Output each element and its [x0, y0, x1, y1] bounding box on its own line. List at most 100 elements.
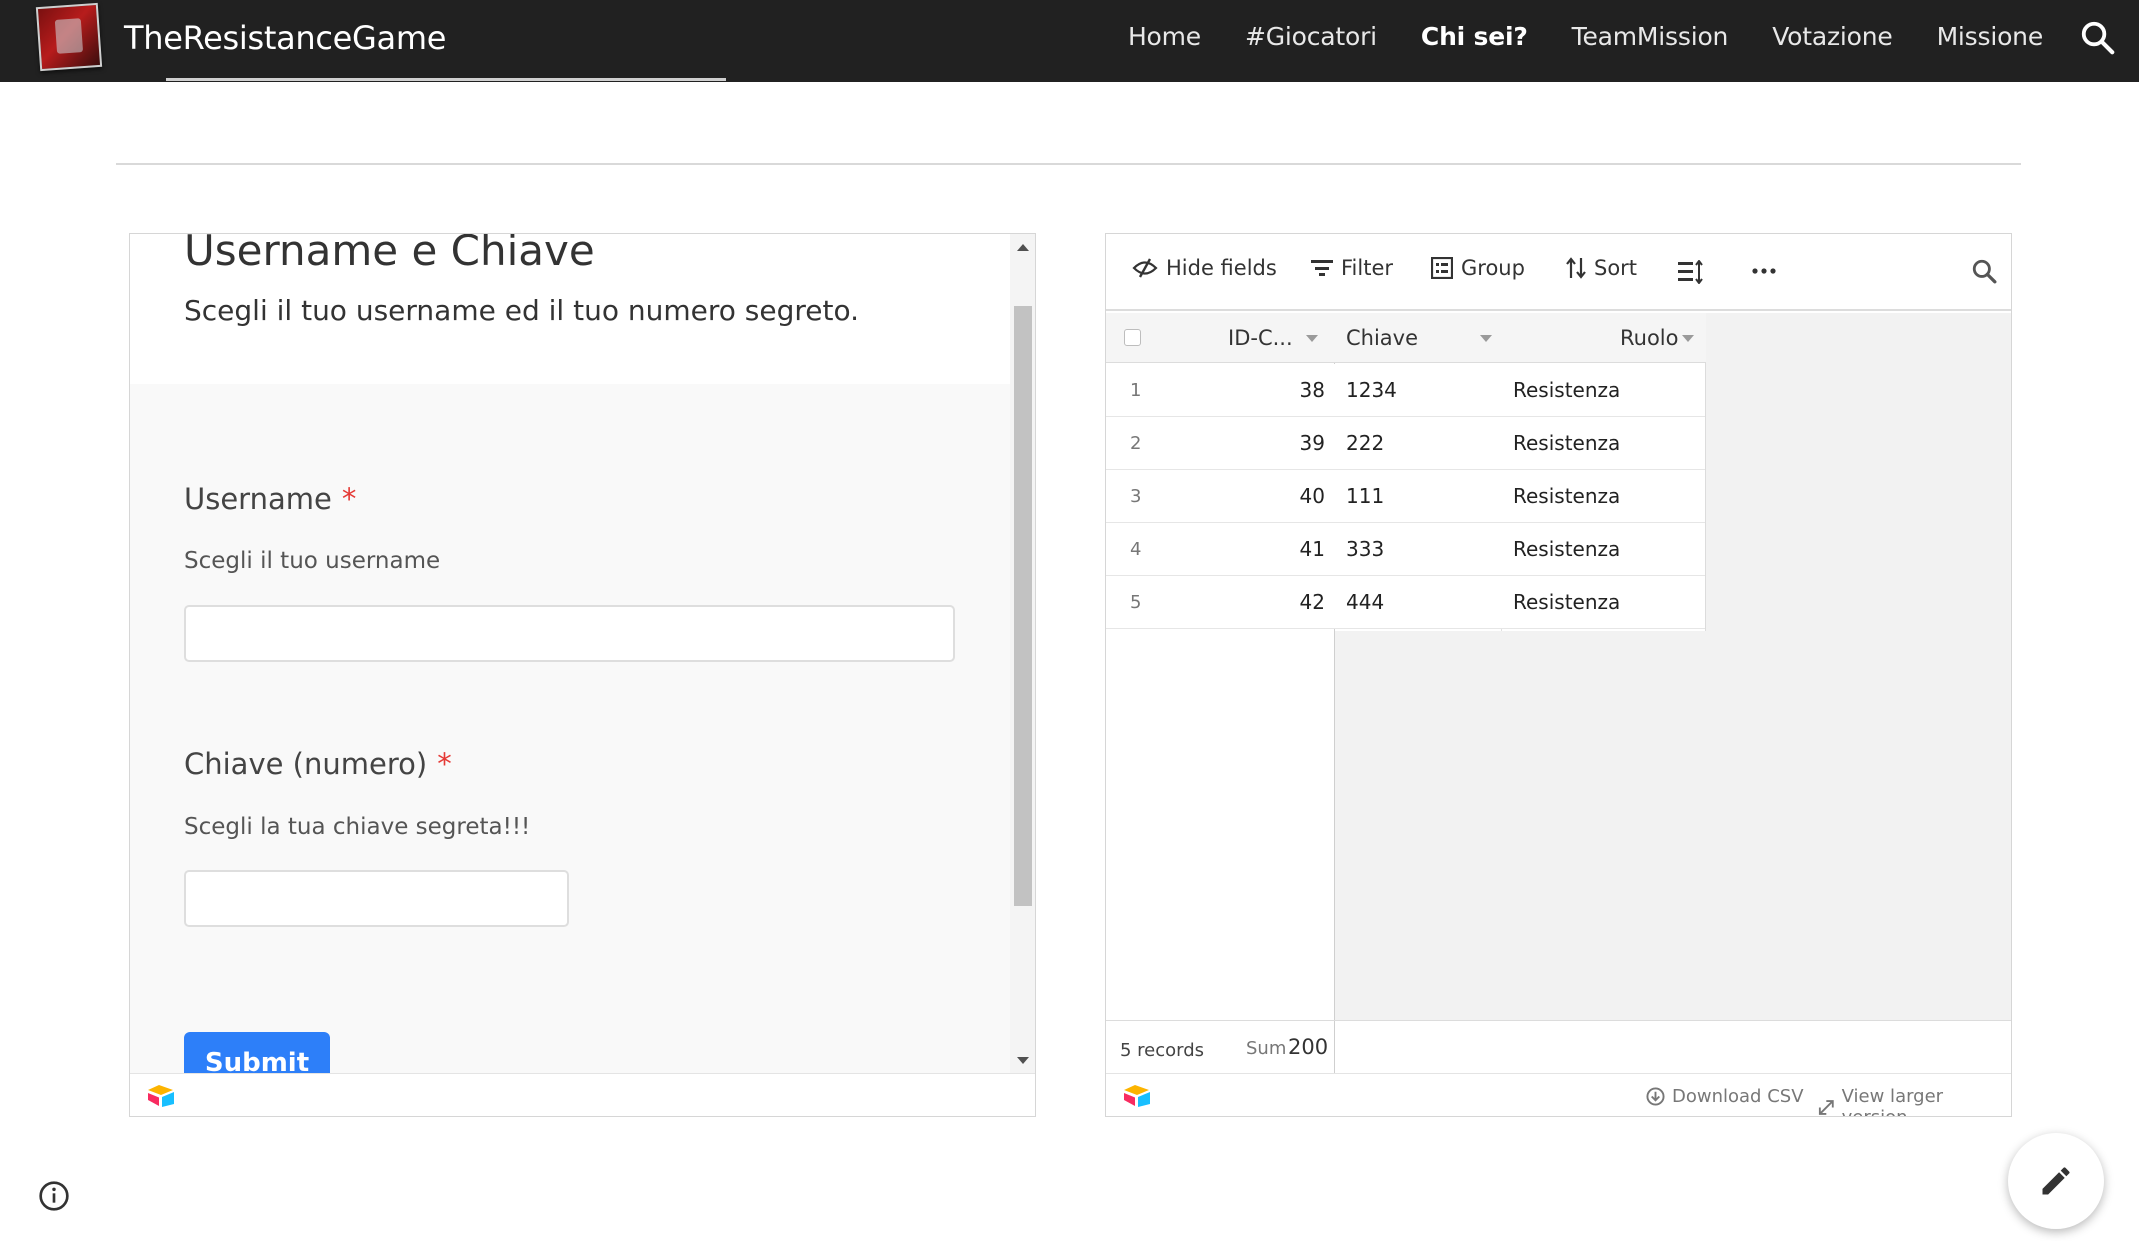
airtable-grid-embed: Hide fields Filter Group Sort ID-C... 1	[1105, 233, 2012, 1117]
grid-left-pane: ID-C... 1 38 2 39 3 40 4 41 5 42	[1106, 313, 1335, 1020]
nav-chi-sei[interactable]: Chi sei?	[1421, 22, 1528, 51]
group-icon	[1431, 257, 1453, 279]
column-header-chiave[interactable]: Chiave	[1346, 313, 1418, 363]
select-all-checkbox[interactable]	[1124, 329, 1141, 346]
username-label: Username *	[184, 482, 357, 516]
grid-toolbar: Hide fields Filter Group Sort	[1106, 234, 2011, 311]
scroll-up-icon[interactable]	[1017, 244, 1029, 251]
table-row[interactable]: 4 41	[1106, 523, 1335, 576]
id-cell[interactable]: 39	[1300, 417, 1325, 470]
nav-giocatori[interactable]: #Giocatori	[1245, 22, 1377, 51]
row-number: 2	[1130, 433, 1142, 454]
table-row[interactable]: 444 Resistenza	[1335, 576, 1705, 629]
chiave-input[interactable]	[184, 870, 569, 927]
clipped-paragraph	[166, 64, 726, 82]
airtable-logo-icon[interactable]	[1122, 1084, 1152, 1108]
chiave-cell[interactable]: 444	[1346, 576, 1384, 629]
grid-right-pane: Chiave Ruolo 1234 Resistenza 222 Resiste…	[1335, 313, 1706, 631]
group-button[interactable]: Group	[1431, 256, 1525, 280]
edit-button[interactable]	[2008, 1133, 2104, 1229]
airtable-form-embed: Username e Chiave Scegli il tuo username…	[129, 233, 1036, 1117]
row-number: 1	[1130, 380, 1142, 401]
table-row[interactable]: 1 38	[1106, 364, 1335, 417]
ruolo-cell[interactable]: Resistenza	[1513, 364, 1620, 417]
table-row[interactable]: 3 40	[1106, 470, 1335, 523]
grid-header-left: ID-C...	[1106, 313, 1335, 363]
form-header: Username e Chiave Scegli il tuo username…	[130, 234, 1010, 384]
table-row[interactable]: 5 42	[1106, 576, 1335, 629]
submit-button[interactable]: Submit	[184, 1032, 330, 1074]
sum-value: 200	[1288, 1035, 1329, 1059]
grid-footer: Download CSV View larger version	[1106, 1073, 2011, 1116]
row-height-icon[interactable]	[1678, 260, 1704, 284]
download-icon	[1646, 1087, 1665, 1106]
site-title[interactable]: TheResistanceGame	[124, 19, 446, 57]
chiave-label: Chiave (numero) *	[184, 747, 452, 781]
nav-teammission[interactable]: TeamMission	[1572, 22, 1729, 51]
id-cell[interactable]: 40	[1300, 470, 1325, 523]
chevron-down-icon[interactable]	[1480, 335, 1492, 342]
more-options-icon[interactable]	[1752, 268, 1776, 274]
nav-votazione[interactable]: Votazione	[1772, 22, 1893, 51]
grid-header-right: Chiave Ruolo	[1335, 313, 1706, 363]
column-header-id[interactable]: ID-C...	[1228, 313, 1293, 363]
form-scrollbar[interactable]	[1010, 234, 1035, 1074]
grid-search-icon[interactable]	[1971, 258, 1997, 284]
expand-icon	[1818, 1099, 1834, 1115]
chiave-help: Scegli la tua chiave segreta!!!	[184, 814, 531, 840]
required-mark: *	[341, 482, 357, 516]
search-icon[interactable]	[2079, 19, 2117, 57]
form-scroll-area: Username e Chiave Scegli il tuo username…	[130, 234, 1010, 1074]
scroll-down-icon[interactable]	[1017, 1057, 1029, 1064]
eye-off-icon	[1132, 258, 1158, 278]
nav-missione[interactable]: Missione	[1937, 22, 2044, 51]
form-title: Username e Chiave	[184, 234, 595, 275]
table-row[interactable]: 111 Resistenza	[1335, 470, 1705, 523]
sum-label[interactable]: Sum	[1246, 1038, 1286, 1059]
summary-bar: 5 records Sum 200	[1106, 1020, 2011, 1077]
info-icon[interactable]	[38, 1180, 70, 1212]
chevron-down-icon[interactable]	[1306, 335, 1318, 342]
table-row[interactable]: 222 Resistenza	[1335, 417, 1705, 470]
grid-area: ID-C... 1 38 2 39 3 40 4 41 5 42 Chiave …	[1106, 313, 2011, 1020]
chiave-cell[interactable]: 111	[1346, 470, 1384, 523]
row-number: 5	[1130, 592, 1142, 613]
airtable-logo-icon[interactable]	[146, 1084, 176, 1108]
id-cell[interactable]: 42	[1300, 576, 1325, 629]
column-header-ruolo[interactable]: Ruolo	[1620, 313, 1679, 363]
table-row[interactable]: 2 39	[1106, 417, 1335, 470]
form-footer	[130, 1073, 1035, 1116]
nav-home[interactable]: Home	[1128, 22, 1201, 51]
username-input[interactable]	[184, 605, 955, 662]
chiave-cell[interactable]: 333	[1346, 523, 1384, 576]
required-mark: *	[437, 747, 452, 781]
record-count: 5 records	[1120, 1040, 1205, 1061]
chiave-cell[interactable]: 222	[1346, 417, 1384, 470]
table-row[interactable]: 333 Resistenza	[1335, 523, 1705, 576]
table-row[interactable]: 1234 Resistenza	[1335, 364, 1705, 417]
filter-icon	[1311, 260, 1333, 276]
chiave-cell[interactable]: 1234	[1346, 364, 1397, 417]
ruolo-cell[interactable]: Resistenza	[1513, 417, 1620, 470]
id-cell[interactable]: 41	[1300, 523, 1325, 576]
site-logo[interactable]	[35, 2, 103, 72]
id-cell[interactable]: 38	[1300, 364, 1325, 417]
scrollbar-thumb[interactable]	[1014, 306, 1032, 906]
sort-icon	[1566, 257, 1586, 279]
download-csv-link[interactable]: Download CSV	[1646, 1086, 1804, 1107]
row-number: 4	[1130, 539, 1142, 560]
ruolo-cell[interactable]: Resistenza	[1513, 470, 1620, 523]
form-description: Scegli il tuo username ed il tuo numero …	[184, 294, 859, 327]
sort-button[interactable]: Sort	[1566, 256, 1637, 280]
view-larger-link[interactable]: View larger version	[1818, 1086, 2011, 1116]
filter-button[interactable]: Filter	[1311, 256, 1393, 280]
section-divider	[116, 163, 2021, 165]
summary-left: 5 records Sum 200	[1106, 1021, 1335, 1077]
pencil-icon	[2042, 1167, 2070, 1195]
main-nav: Home #Giocatori Chi sei? TeamMission Vot…	[1128, 22, 2043, 51]
hide-fields-button[interactable]: Hide fields	[1132, 256, 1277, 280]
ruolo-cell[interactable]: Resistenza	[1513, 576, 1620, 629]
row-number: 3	[1130, 486, 1142, 507]
chevron-down-icon[interactable]	[1682, 335, 1694, 342]
ruolo-cell[interactable]: Resistenza	[1513, 523, 1620, 576]
